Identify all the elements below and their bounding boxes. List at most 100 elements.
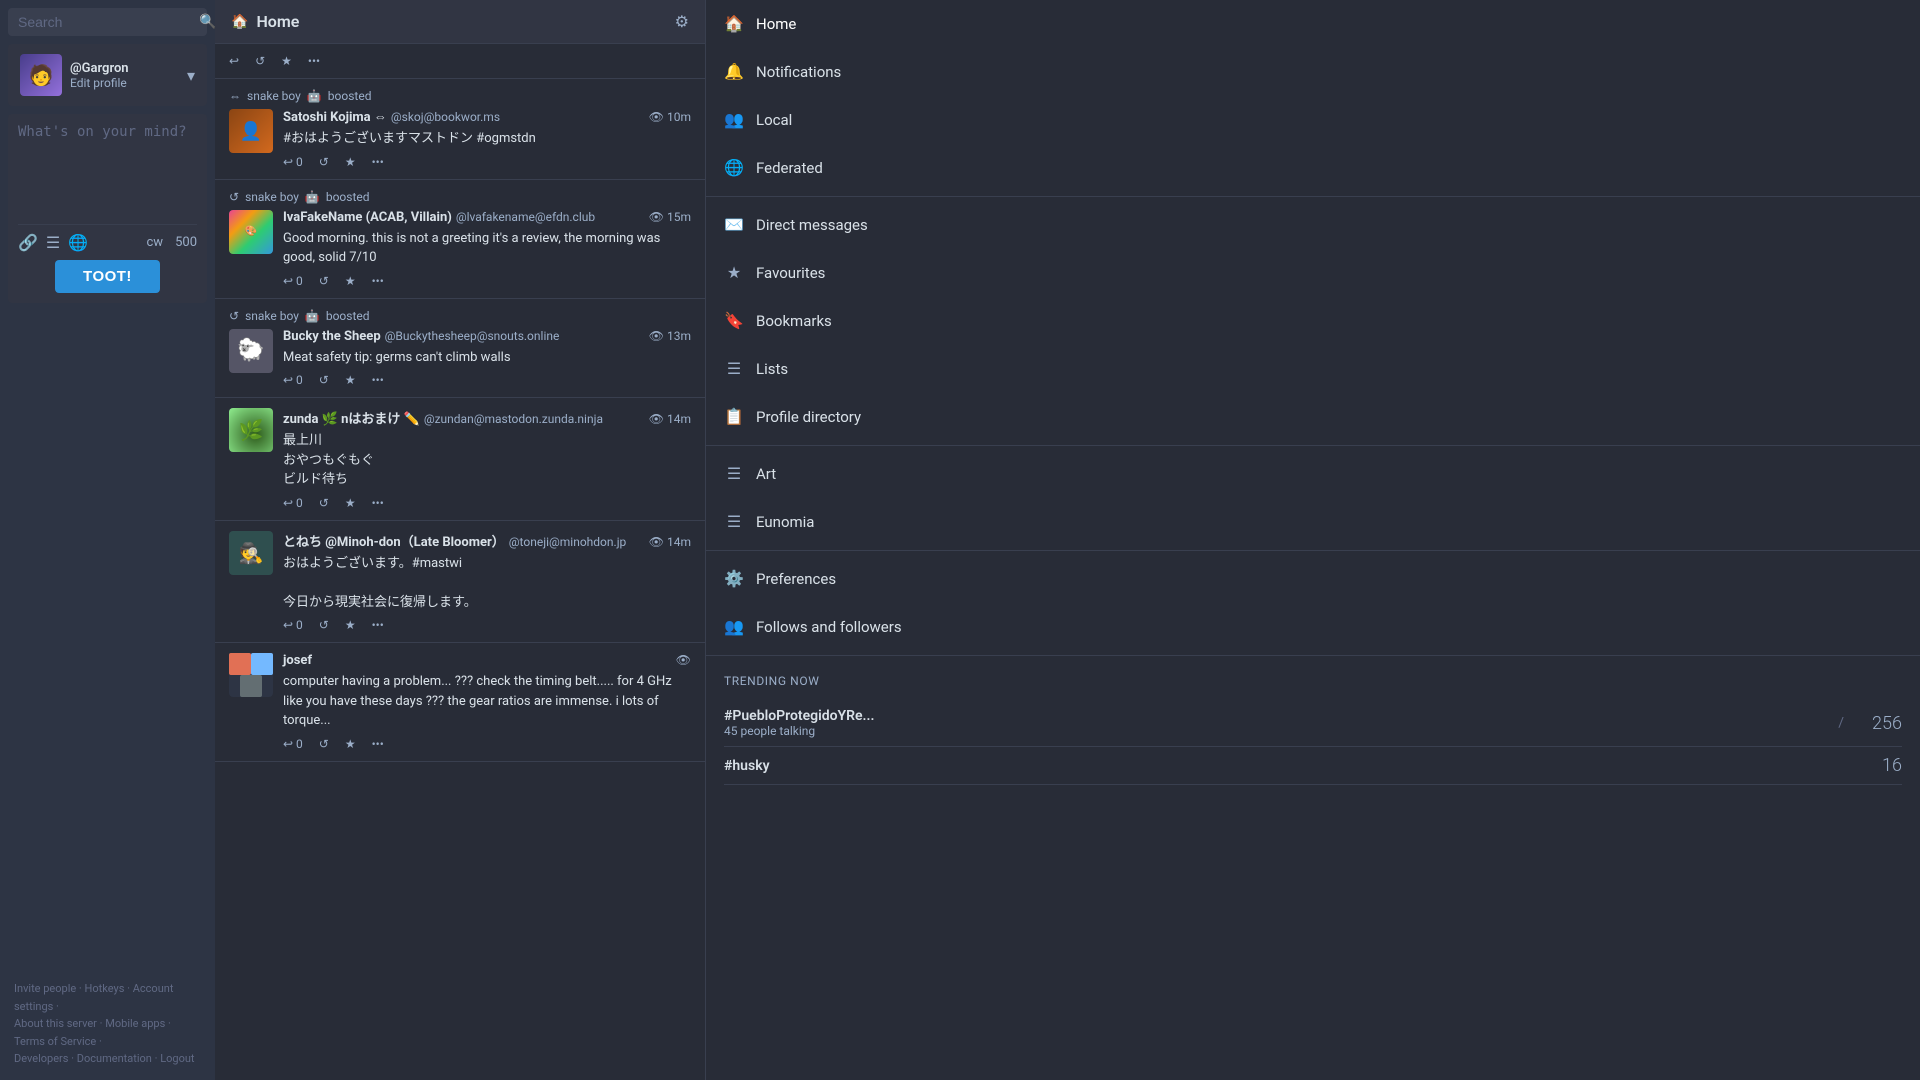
author-name[interactable]: とねち @Minoh-don（Late Bloomer） <box>283 531 505 550</box>
avatar[interactable]: 👤 <box>229 109 273 153</box>
cw-button[interactable]: cw <box>147 235 164 250</box>
author-handle[interactable]: @zundan@mastodon.zunda.ninja <box>424 412 603 426</box>
sidebar-item-bookmarks[interactable]: 🔖 Bookmarks <box>706 297 1920 345</box>
sidebar-item-direct-messages[interactable]: ✉️ Direct messages <box>706 201 1920 249</box>
fav-action[interactable]: ★ <box>345 155 356 169</box>
author-name[interactable]: josef <box>283 653 312 668</box>
reply-action[interactable]: ↩ 0 <box>283 737 303 751</box>
avatar[interactable]: 🌿 <box>229 408 273 452</box>
avatar[interactable] <box>229 653 273 697</box>
search-input[interactable] <box>18 14 199 30</box>
avatar[interactable]: 🐑 <box>229 329 273 373</box>
footer-links: Invite people · Hotkeys · Account settin… <box>0 968 215 1080</box>
boost-action[interactable]: ↺ <box>319 373 329 387</box>
author-handle[interactable]: @Buckythesheep@snouts.online <box>385 329 560 343</box>
profile-directory-icon: 📋 <box>724 407 744 426</box>
more-action[interactable]: ••• <box>308 54 320 68</box>
sidebar-item-federated[interactable]: 🌐 Federated <box>706 144 1920 192</box>
sidebar-item-profile-directory[interactable]: 📋 Profile directory <box>706 393 1920 441</box>
reply-action[interactable]: ↩ 0 <box>283 373 303 387</box>
author-name[interactable]: zunda 🌿 nはおまけ ✏️ <box>283 408 420 427</box>
more-action[interactable]: ••• <box>372 618 384 632</box>
footer-docs[interactable]: Documentation <box>77 1052 152 1065</box>
more-action[interactable]: ••• <box>372 496 384 510</box>
federated-icon: 🌐 <box>724 158 744 177</box>
author-name[interactable]: Bucky the Sheep <box>283 329 381 344</box>
post-text: #おはようございますマストドン #ogmstdn <box>283 129 691 149</box>
search-bar[interactable]: 🔍 <box>8 8 207 36</box>
fav-action[interactable]: ★ <box>345 737 356 751</box>
sidebar-item-lists[interactable]: ☰ Lists <box>706 345 1920 393</box>
trending-item[interactable]: #PuebloProtegidoYRe... 45 people talking… <box>724 700 1902 747</box>
sidebar-item-eunomia[interactable]: ☰ Eunomia <box>706 498 1920 546</box>
edit-profile-link[interactable]: Edit profile <box>70 76 187 90</box>
author-name[interactable]: Satoshi Kojima ⇔ <box>283 109 387 125</box>
fav-action[interactable]: ★ <box>345 373 356 387</box>
boost-action[interactable]: ↺ <box>319 737 329 751</box>
footer-developers[interactable]: Developers <box>14 1052 68 1065</box>
author-name[interactable]: IvaFakeName (ACAB, Villain) <box>283 210 452 225</box>
profile-section[interactable]: 🧑 @Gargron Edit profile ▾ <box>8 44 207 106</box>
reply-action[interactable]: ↩ <box>229 54 239 68</box>
footer-hotkeys[interactable]: Hotkeys <box>85 982 125 995</box>
author-handle[interactable]: @skoj@bookwor.ms <box>391 110 500 124</box>
sidebar-item-favourites[interactable]: ★ Favourites <box>706 249 1920 297</box>
fav-action[interactable]: ★ <box>345 274 356 288</box>
more-action[interactable]: ••• <box>372 737 384 751</box>
sidebar-item-home[interactable]: 🏠 Home <box>706 0 1920 48</box>
bookmarks-icon: 🔖 <box>724 311 744 330</box>
sidebar-item-follows-followers[interactable]: 👥 Follows and followers <box>706 603 1920 651</box>
sidebar-item-local[interactable]: 👥 Local <box>706 96 1920 144</box>
feed-header: 🏠 Home ⚙ <box>215 0 705 44</box>
post-time: 👁 <box>676 653 691 667</box>
footer-tos[interactable]: Terms of Service <box>14 1035 96 1048</box>
footer-logout[interactable]: Logout <box>160 1052 194 1065</box>
post-text: Meat safety tip: germs can't climb walls <box>283 348 691 368</box>
divider: / <box>1838 715 1844 731</box>
reply-action[interactable]: ↩ 0 <box>283 274 303 288</box>
chevron-down-icon[interactable]: ▾ <box>187 66 195 85</box>
sidebar-item-art[interactable]: ☰ Art <box>706 450 1920 498</box>
reply-action[interactable]: ↩ 0 <box>283 496 303 510</box>
globe-icon[interactable]: 🌐 <box>68 233 88 252</box>
compose-textarea[interactable] <box>18 124 197 214</box>
author-handle[interactable]: @toneji@minohdon.jp <box>509 535 627 549</box>
boost-action[interactable]: ↺ <box>319 155 329 169</box>
post-meta: zunda 🌿 nはおまけ ✏️ @zundan@mastodon.zunda.… <box>283 408 691 427</box>
boost-action[interactable]: ↺ <box>319 496 329 510</box>
poll-icon[interactable]: ☰ <box>46 233 60 252</box>
more-action[interactable]: ••• <box>372 155 384 169</box>
reply-action[interactable]: ↩ 0 <box>283 155 303 169</box>
feed-settings-icon[interactable]: ⚙ <box>675 12 689 31</box>
boost-action[interactable]: ↺ <box>319 618 329 632</box>
post-item: ↺ snake boy 🤖 boosted 🐑 Bucky the Sheep … <box>215 299 705 399</box>
avatar[interactable]: 🎨 <box>229 210 273 254</box>
more-action[interactable]: ••• <box>372 274 384 288</box>
footer-invite[interactable]: Invite people <box>14 982 76 995</box>
fav-action[interactable]: ★ <box>281 54 292 68</box>
toot-button[interactable]: TOOT! <box>55 260 160 293</box>
author-handle[interactable]: @lvafakename@efdn.club <box>456 210 595 224</box>
fav-action[interactable]: ★ <box>345 496 356 510</box>
sidebar-item-preferences[interactable]: ⚙️ Preferences <box>706 555 1920 603</box>
sidebar-item-notifications[interactable]: 🔔 Notifications <box>706 48 1920 96</box>
trending-count: 256 <box>1852 713 1902 734</box>
boost-action[interactable]: ↺ <box>255 54 265 68</box>
bot-icon: 🤖 <box>307 89 322 103</box>
lists-icon: ☰ <box>724 359 744 378</box>
nav-label: Direct messages <box>756 216 868 234</box>
post-time: 👁 10m <box>649 110 691 124</box>
home-icon: 🏠 <box>231 14 248 30</box>
boost-action[interactable]: ↺ <box>319 274 329 288</box>
boosted-label: boosted <box>326 309 370 323</box>
reply-action[interactable]: ↩ 0 <box>283 618 303 632</box>
post-meta: Satoshi Kojima ⇔ @skoj@bookwor.ms 👁 10m <box>283 109 691 125</box>
fav-action[interactable]: ★ <box>345 618 356 632</box>
avatar[interactable]: 🕵️ <box>229 531 273 575</box>
trending-item[interactable]: #husky 16 <box>724 747 1902 785</box>
footer-mobile[interactable]: Mobile apps <box>105 1017 165 1030</box>
nav-divider <box>706 550 1920 551</box>
attachment-icon[interactable]: 🔗 <box>18 233 38 252</box>
footer-about[interactable]: About this server <box>14 1017 97 1030</box>
more-action[interactable]: ••• <box>372 373 384 387</box>
